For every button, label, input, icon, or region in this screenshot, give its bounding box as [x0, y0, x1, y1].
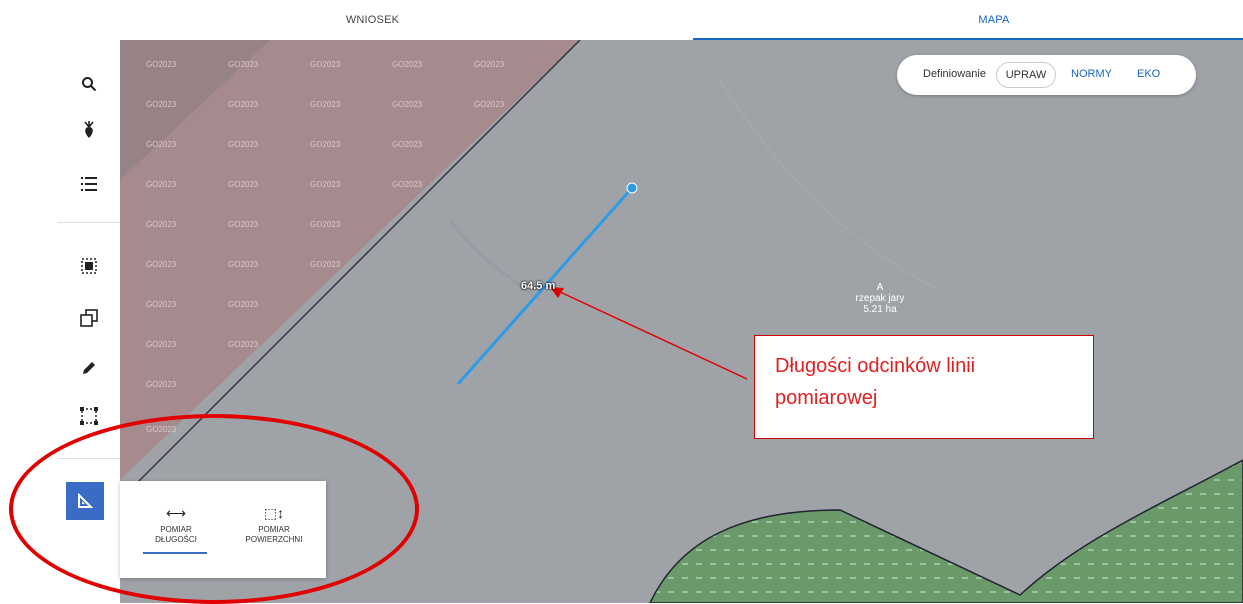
- annotation-arrow: [557, 290, 748, 380]
- watermark: GO2023: [310, 220, 341, 229]
- active-tool-underline: [143, 552, 207, 554]
- watermark: GO2023: [146, 100, 177, 109]
- measure-tools-popup: ⟷ POMIAR DŁUGOŚCI ⬚↕ POMIAR POWIERZCHNI: [120, 481, 326, 578]
- watermark: GO2023: [310, 100, 341, 109]
- bounding-box-icon[interactable]: [75, 402, 103, 430]
- parcel-area: 5.21 ha: [863, 304, 897, 315]
- list-icon[interactable]: [75, 170, 103, 198]
- parcel-letter: A: [876, 282, 884, 293]
- watermark: GO2023: [392, 100, 423, 109]
- watermark: GO2023: [146, 260, 177, 269]
- watermark: GO2023: [228, 300, 259, 309]
- watermark: GO2023: [146, 300, 177, 309]
- watermark: GO2023: [310, 60, 341, 69]
- pencil-icon[interactable]: [75, 354, 103, 382]
- measure-area-button[interactable]: ⬚↕ POMIAR POWIERZCHNI: [234, 501, 314, 545]
- watermark: GO2023: [228, 100, 259, 109]
- watermark: GO2023: [228, 340, 259, 349]
- measurement-label: 64.5 m: [521, 280, 556, 292]
- left-toolbar: [58, 40, 120, 603]
- watermark: GO2023: [228, 140, 259, 149]
- watermark: GO2023: [392, 60, 423, 69]
- watermark: GO2023: [146, 425, 177, 434]
- parcel-label: A rzepak jary 5.21 ha: [820, 282, 940, 315]
- definition-label: Definiowanie: [923, 68, 986, 80]
- watermark: GO2023: [392, 180, 423, 189]
- crop-icon[interactable]: [75, 116, 103, 144]
- definition-mode-switch: Definiowanie UPRAW NORMY EKO: [897, 55, 1196, 95]
- annotation-box: Długości odcinków linii pomiarowej: [754, 335, 1094, 439]
- watermark: GO2023: [474, 100, 505, 109]
- watermark-grid: GO2023 GO2023 GO2023 GO2023 GO2023 GO202…: [120, 40, 540, 460]
- top-tabs: WNIOSEK MAPA: [0, 0, 1243, 40]
- watermark: GO2023: [228, 260, 259, 269]
- mode-upraw-button[interactable]: UPRAW: [996, 62, 1056, 88]
- watermark: GO2023: [310, 140, 341, 149]
- watermark: GO2023: [146, 220, 177, 229]
- watermark: GO2023: [146, 180, 177, 189]
- measure-icon[interactable]: [66, 482, 104, 520]
- watermark: GO2023: [474, 60, 505, 69]
- watermark: GO2023: [228, 60, 259, 69]
- copy-shapes-icon[interactable]: [75, 304, 103, 332]
- tab-wniosek[interactable]: WNIOSEK: [0, 0, 745, 40]
- measure-length-button[interactable]: ⟷ POMIAR DŁUGOŚCI: [136, 501, 216, 545]
- watermark: GO2023: [146, 340, 177, 349]
- watermark: GO2023: [228, 220, 259, 229]
- search-icon[interactable]: [75, 70, 103, 98]
- mode-normy-button[interactable]: NORMY: [1071, 68, 1112, 80]
- watermark: GO2023: [146, 140, 177, 149]
- toolbar-divider: [58, 222, 120, 223]
- watermark: GO2023: [310, 180, 341, 189]
- measure-area-label-1: POMIAR: [258, 525, 290, 534]
- toolbar-divider: [58, 458, 120, 459]
- select-area-icon[interactable]: [75, 252, 103, 280]
- watermark: GO2023: [310, 260, 341, 269]
- parcel-crop: rzepak jary: [855, 293, 905, 304]
- watermark: GO2023: [146, 380, 177, 389]
- measure-area-icon: ⬚↕: [263, 505, 285, 521]
- watermark: GO2023: [392, 140, 423, 149]
- watermark: GO2023: [146, 60, 177, 69]
- watermark: GO2023: [228, 180, 259, 189]
- tab-mapa[interactable]: MAPA: [745, 0, 1243, 40]
- measure-area-label-2: POWIERZCHNI: [245, 535, 303, 544]
- measure-vertex: [626, 182, 638, 194]
- mode-eko-button[interactable]: EKO: [1137, 68, 1160, 80]
- measure-length-label-1: POMIAR: [160, 525, 192, 534]
- measure-length-label-2: DŁUGOŚCI: [155, 535, 197, 544]
- measure-length-icon: ⟷: [165, 505, 187, 521]
- eco-area: [649, 459, 1243, 603]
